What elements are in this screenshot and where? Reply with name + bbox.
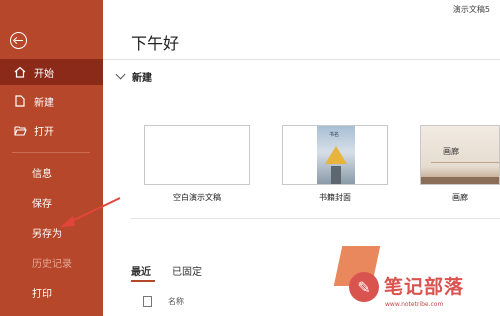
pencil-icon: ✎ — [349, 272, 379, 302]
annotation-arrow-icon — [60, 197, 121, 227]
watermark-text: 笔记部落 — [384, 276, 465, 298]
watermark-url: www.notetribe.com — [385, 301, 444, 308]
